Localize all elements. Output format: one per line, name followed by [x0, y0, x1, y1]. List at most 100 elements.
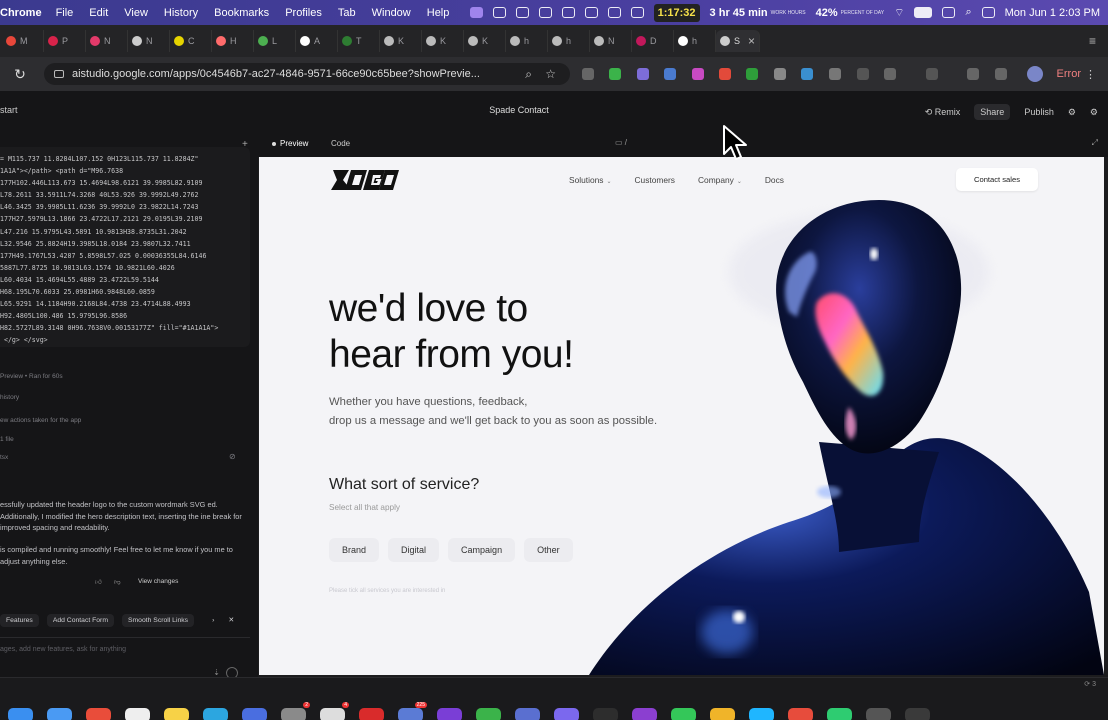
- suggestion-chip[interactable]: Add Contact Form: [46, 613, 114, 627]
- publish-button[interactable]: Publish: [1024, 107, 1054, 117]
- spotlight-search-icon[interactable]: ⌕: [965, 6, 971, 19]
- remix-button[interactable]: ⟲ Remix: [925, 107, 961, 118]
- function-extension-icon[interactable]: [857, 68, 869, 80]
- download-extension-icon[interactable]: [801, 68, 813, 80]
- menu-kebab-icon[interactable]: ⋮: [1085, 68, 1096, 81]
- dock-app-icon[interactable]: [47, 708, 72, 720]
- dock-app-icon[interactable]: [86, 708, 111, 720]
- chevron-right-icon[interactable]: ›: [212, 617, 214, 624]
- r-app-icon[interactable]: [492, 7, 506, 18]
- browser-tab[interactable]: h: [506, 30, 548, 52]
- browser-tab[interactable]: N: [128, 30, 170, 52]
- dock-app-icon[interactable]: [554, 708, 579, 720]
- speed-icon[interactable]: [515, 7, 529, 18]
- dock-app-icon[interactable]: [242, 708, 267, 720]
- siri-icon[interactable]: [981, 7, 995, 18]
- reading-list-icon[interactable]: [995, 68, 1007, 80]
- browser-tab[interactable]: K: [464, 30, 506, 52]
- bookmark-star-icon[interactable]: ☆: [545, 67, 556, 81]
- prompt-input[interactable]: ages, add new features, ask for anything…: [0, 637, 250, 677]
- contact-sales-button[interactable]: Contact sales: [956, 168, 1038, 191]
- service-option-campaign[interactable]: Campaign: [448, 538, 516, 562]
- a-app-icon[interactable]: [561, 7, 575, 18]
- device-icon[interactable]: ▭: [615, 138, 625, 147]
- nav-solutions[interactable]: Solutions ⌄: [569, 175, 611, 185]
- tab-code[interactable]: Code: [331, 139, 350, 148]
- globe-icon[interactable]: [538, 7, 552, 18]
- dock-app-icon[interactable]: [749, 708, 774, 720]
- extension-icon[interactable]: [664, 68, 676, 80]
- browser-tab[interactable]: K: [422, 30, 464, 52]
- browser-tab[interactable]: L: [254, 30, 296, 52]
- suggestion-chip[interactable]: Smooth Scroll Links: [121, 613, 195, 627]
- history-label[interactable]: history: [0, 394, 19, 401]
- browser-tab[interactable]: N: [86, 30, 128, 52]
- dock-app-icon[interactable]: [671, 708, 696, 720]
- browser-tab[interactable]: N: [590, 30, 632, 52]
- menu-profiles[interactable]: Profiles: [285, 7, 338, 19]
- dock-app-icon[interactable]: [437, 708, 462, 720]
- control-center-icon[interactable]: [942, 7, 956, 18]
- service-option-digital[interactable]: Digital: [388, 538, 440, 562]
- extension-icon[interactable]: [829, 68, 841, 80]
- wifi-icon[interactable]: ⌔: [894, 6, 904, 20]
- address-bar[interactable]: aistudio.google.com/apps/0c4546b7-ac27-4…: [44, 63, 570, 85]
- dock-app-icon[interactable]: 2: [281, 702, 310, 720]
- menu-help[interactable]: Help: [427, 7, 466, 19]
- extension-icon[interactable]: [637, 68, 649, 80]
- dock-app-icon[interactable]: [359, 708, 384, 720]
- browser-tab[interactable]: M: [2, 30, 44, 52]
- browser-tab[interactable]: C: [170, 30, 212, 52]
- browser-tab[interactable]: h: [548, 30, 590, 52]
- service-option-brand[interactable]: Brand: [329, 538, 380, 562]
- browser-tab[interactable]: T: [338, 30, 380, 52]
- browser-tab[interactable]: P: [44, 30, 86, 52]
- browser-tab[interactable]: D: [632, 30, 674, 52]
- dock-app-icon[interactable]: [905, 708, 930, 720]
- tab-preview[interactable]: Preview: [272, 139, 308, 148]
- menu-file[interactable]: File: [56, 7, 90, 19]
- profile-avatar[interactable]: [1026, 66, 1043, 82]
- address-url[interactable]: aistudio.google.com/apps/0c4546b7-ac27-4…: [72, 68, 480, 80]
- screen-record-icon[interactable]: [469, 7, 483, 18]
- site-logo[interactable]: [329, 168, 399, 192]
- menu-edit[interactable]: Edit: [89, 7, 124, 19]
- file-name[interactable]: tsx: [0, 454, 8, 461]
- extension-icon[interactable]: [774, 68, 786, 80]
- extension-icon[interactable]: [746, 68, 758, 80]
- service-option-other[interactable]: Other: [524, 538, 573, 562]
- nav-customers[interactable]: Customers: [634, 175, 675, 185]
- thumbs-down-icon[interactable]: 👎︎: [114, 578, 121, 586]
- dock-app-icon[interactable]: 4: [320, 702, 349, 720]
- share-button[interactable]: Share: [974, 104, 1011, 120]
- headphones-icon[interactable]: [630, 7, 644, 18]
- nav-docs[interactable]: Docs: [765, 175, 784, 185]
- browser-tab[interactable]: A: [296, 30, 338, 52]
- extension-icon[interactable]: [609, 68, 621, 80]
- menu-tab[interactable]: Tab: [338, 7, 372, 19]
- browser-tab[interactable]: K: [380, 30, 422, 52]
- expand-icon[interactable]: ⤢: [1092, 138, 1098, 148]
- close-icon[interactable]: ✕: [228, 616, 234, 624]
- play-icon[interactable]: [607, 7, 621, 18]
- dock-app-icon[interactable]: [827, 708, 852, 720]
- dock-app-icon[interactable]: [164, 708, 189, 720]
- thumbs-up-icon[interactable]: 👍︎: [95, 578, 102, 586]
- dock-app-icon[interactable]: [203, 708, 228, 720]
- dock-app-icon[interactable]: [8, 708, 33, 720]
- browser-tab[interactable]: h: [674, 30, 716, 52]
- error-label[interactable]: Error: [1057, 68, 1081, 80]
- dock-app-icon[interactable]: [710, 708, 735, 720]
- dock-app-icon[interactable]: [125, 708, 150, 720]
- send-icon[interactable]: [226, 667, 238, 677]
- dock-app-icon[interactable]: [866, 708, 891, 720]
- downloads-icon[interactable]: [967, 68, 979, 80]
- dock-app-icon[interactable]: 225: [398, 702, 427, 720]
- dock-app-icon[interactable]: [593, 708, 618, 720]
- suggestion-chip[interactable]: Features: [0, 613, 39, 627]
- route-path[interactable]: ▭ /: [615, 138, 627, 147]
- battery-icon[interactable]: [914, 7, 933, 18]
- browser-tab[interactable]: S ×: [716, 30, 760, 52]
- menubar-clock[interactable]: Mon Jun 1 2:03 PM: [1005, 7, 1100, 19]
- extension-icon[interactable]: [692, 68, 704, 80]
